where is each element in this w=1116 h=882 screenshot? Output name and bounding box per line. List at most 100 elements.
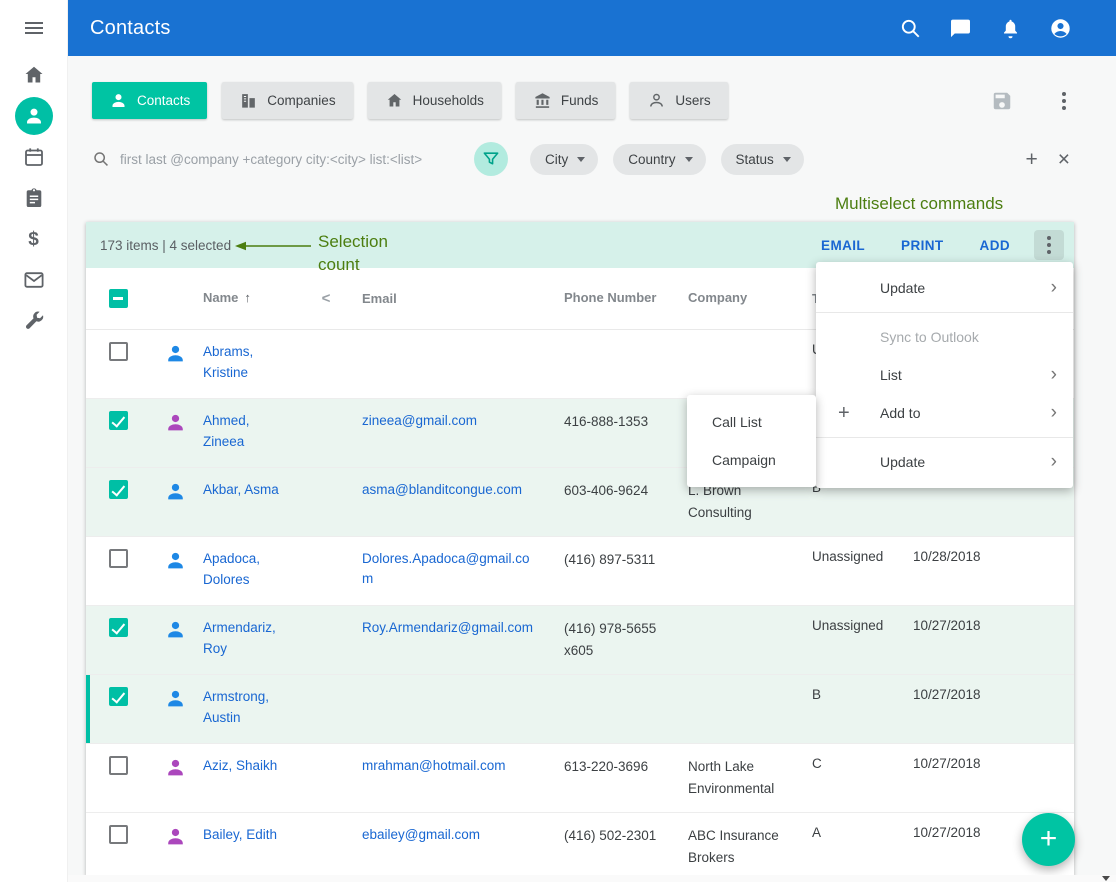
- chevron-right-icon: ›: [1051, 402, 1057, 424]
- select-all-checkbox[interactable]: [109, 289, 128, 308]
- kebab-icon: [1043, 232, 1055, 258]
- row-checkbox[interactable]: [109, 618, 128, 637]
- filter-row: City Country Status + ×: [92, 142, 1070, 176]
- search-icon[interactable]: [899, 17, 922, 40]
- sidebar-item-contacts[interactable]: [15, 97, 53, 135]
- contact-email[interactable]: ebailey@gmail.com: [340, 825, 540, 845]
- plus-icon: +: [838, 403, 880, 423]
- person-icon: [164, 825, 187, 848]
- header-phone[interactable]: Phone Number: [540, 288, 680, 309]
- sidebar-item-home[interactable]: [22, 63, 46, 87]
- menu-item-add-to[interactable]: + Add to ›: [816, 394, 1073, 432]
- close-icon[interactable]: ×: [1058, 149, 1070, 170]
- account-icon[interactable]: [1049, 17, 1072, 40]
- header-name[interactable]: Name ↑: [200, 288, 312, 308]
- filter-button[interactable]: [474, 142, 508, 176]
- scroll-down-icon[interactable]: [1102, 876, 1110, 881]
- menu-item-campaign[interactable]: Campaign: [687, 441, 816, 479]
- filter-chip-status[interactable]: Status: [721, 144, 804, 175]
- menu-item-list[interactable]: List ›: [816, 356, 1073, 394]
- contact-email[interactable]: asma@blanditcongue.com: [340, 480, 540, 500]
- filter-chip-city[interactable]: City: [530, 144, 598, 175]
- search-icon: [92, 150, 110, 168]
- table-row[interactable]: Aziz, Shaikh mrahman@hotmail.com 613-220…: [86, 744, 1074, 813]
- sidebar-item-billing[interactable]: $: [22, 227, 46, 251]
- contact-email[interactable]: Dolores.Apadoca@gmail.com: [340, 549, 540, 590]
- tab-households[interactable]: Households: [368, 82, 501, 119]
- table-row[interactable]: Apadoca, Dolores Dolores.Apadoca@gmail.c…: [86, 537, 1074, 606]
- chevron-right-icon: ›: [1051, 451, 1057, 473]
- main-content: Contacts Companies Households Funds User…: [68, 56, 1116, 882]
- contact-phone: (416) 897-5311: [540, 549, 680, 571]
- header-company[interactable]: Company: [680, 288, 804, 309]
- menu-item-call-list[interactable]: Call List: [687, 403, 816, 441]
- contact-name-link[interactable]: Aziz, Shaikh: [200, 756, 312, 777]
- contact-company: ABC Insurance Brokers: [680, 825, 804, 868]
- contact-name-link[interactable]: Armstrong, Austin: [200, 687, 312, 729]
- tab-funds[interactable]: Funds: [516, 82, 616, 119]
- contact-phone: 603-406-9624: [540, 480, 680, 502]
- contact-email[interactable]: zineea@gmail.com: [340, 411, 540, 431]
- chip-label: Status: [736, 152, 774, 167]
- building-icon: [239, 91, 258, 110]
- tab-users[interactable]: Users: [630, 82, 727, 119]
- filter-actions: + ×: [1025, 149, 1070, 170]
- sidebar-item-tasks[interactable]: [22, 186, 46, 210]
- scrollbar-strip[interactable]: [68, 875, 1116, 882]
- row-checkbox[interactable]: [109, 342, 128, 361]
- notifications-icon[interactable]: [999, 17, 1022, 40]
- chevron-right-icon: ›: [1051, 277, 1057, 299]
- row-checkbox[interactable]: [109, 825, 128, 844]
- add-contact-fab[interactable]: +: [1022, 813, 1075, 866]
- contact-name-link[interactable]: Bailey, Edith: [200, 825, 312, 846]
- menu-item-update-bottom[interactable]: Update ›: [816, 443, 1073, 481]
- hamburger-menu-icon[interactable]: [22, 16, 46, 40]
- contact-tier: Unassigned: [804, 549, 900, 564]
- row-checkbox[interactable]: [109, 756, 128, 775]
- email-button[interactable]: EMAIL: [821, 238, 865, 253]
- menu-item-update-top[interactable]: Update ›: [816, 269, 1073, 307]
- search-input[interactable]: [120, 152, 468, 167]
- filter-chip-country[interactable]: Country: [613, 144, 705, 175]
- tab-label: Companies: [267, 93, 335, 108]
- multiselect-more-button[interactable]: [1034, 230, 1064, 260]
- sidebar-item-mail[interactable]: [22, 268, 46, 292]
- toolbar-more-button[interactable]: [1058, 88, 1070, 114]
- tab-contacts[interactable]: Contacts: [92, 82, 207, 119]
- sidebar-item-tools[interactable]: [22, 309, 46, 333]
- add-filter-icon[interactable]: +: [1025, 149, 1037, 170]
- header-email[interactable]: Email: [340, 289, 540, 309]
- contact-name-link[interactable]: Armendariz, Roy: [200, 618, 312, 660]
- add-button[interactable]: ADD: [980, 238, 1010, 253]
- table-row[interactable]: Armstrong, Austin B 10/27/2018: [86, 675, 1074, 744]
- contact-date: 10/27/2018: [900, 618, 1010, 633]
- clipboard-icon: [22, 186, 46, 210]
- contact-name-link[interactable]: Abrams, Kristine: [200, 342, 312, 384]
- sidebar-item-calendar[interactable]: [22, 145, 46, 169]
- contact-date: 10/27/2018: [900, 687, 1010, 702]
- table-row[interactable]: Armendariz, Roy Roy.Armendariz@gmail.com…: [86, 606, 1074, 675]
- contact-date: 10/28/2018: [900, 549, 1010, 564]
- print-button[interactable]: PRINT: [901, 238, 944, 253]
- person-icon: [164, 687, 187, 710]
- contact-tier: A: [804, 825, 900, 840]
- row-checkbox[interactable]: [109, 480, 128, 499]
- contact-name-link[interactable]: Akbar, Asma: [200, 480, 312, 501]
- contact-email[interactable]: Roy.Armendariz@gmail.com: [340, 618, 540, 638]
- house-icon: [385, 91, 404, 110]
- contact-name-link[interactable]: Ahmed, Zineea: [200, 411, 312, 453]
- collapse-column-icon[interactable]: <: [312, 290, 340, 307]
- row-checkbox[interactable]: [109, 411, 128, 430]
- save-view-button[interactable]: [991, 90, 1013, 112]
- row-checkbox[interactable]: [109, 549, 128, 568]
- person-icon: [109, 91, 128, 110]
- chat-icon[interactable]: [949, 17, 972, 40]
- row-checkbox[interactable]: [109, 687, 128, 706]
- table-row[interactable]: Bailey, Edith ebailey@gmail.com (416) 50…: [86, 813, 1074, 876]
- add-icon: +: [1040, 824, 1058, 854]
- add-to-submenu: Call List Campaign: [687, 395, 816, 487]
- contact-email[interactable]: mrahman@hotmail.com: [340, 756, 540, 776]
- tab-companies[interactable]: Companies: [222, 82, 352, 119]
- contact-name-link[interactable]: Apadoca, Dolores: [200, 549, 312, 591]
- menu-item-label: Call List: [712, 414, 762, 430]
